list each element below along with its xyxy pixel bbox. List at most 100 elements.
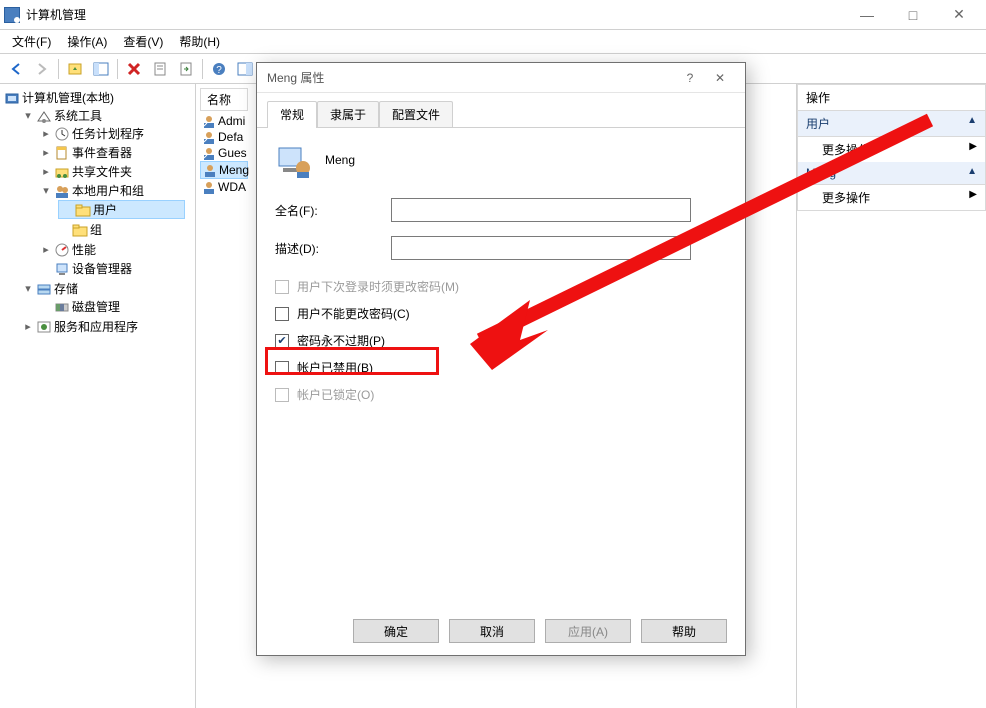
properties-button[interactable] (148, 57, 172, 81)
expander-icon[interactable]: ▾ (40, 184, 52, 197)
tab-general[interactable]: 常规 (267, 101, 317, 127)
help-button[interactable]: 帮助 (641, 619, 727, 643)
svg-text:?: ? (216, 65, 222, 76)
tree-services[interactable]: ▸服务和应用程序 (22, 318, 189, 335)
list-item[interactable]: WDA (200, 179, 248, 195)
window-title: 计算机管理 (26, 6, 844, 23)
expander-icon[interactable]: ▸ (40, 127, 52, 140)
tab-profile[interactable]: 配置文件 (379, 101, 453, 127)
tree-shared-folders[interactable]: ▸共享文件夹 (40, 163, 187, 180)
list-item-label: Defa (218, 130, 243, 144)
tree-performance[interactable]: ▸性能 (40, 241, 187, 258)
dialog-close-button[interactable]: ✕ (705, 71, 735, 85)
dialog-help-button[interactable]: ? (675, 71, 705, 85)
tree-local-users[interactable]: ▾ 本地用户和组 (40, 182, 187, 199)
list-header-name[interactable]: 名称 (200, 88, 248, 111)
ok-button[interactable]: 确定 (353, 619, 439, 643)
back-button[interactable] (4, 57, 28, 81)
expander-icon[interactable]: ▾ (22, 109, 34, 122)
actions-item-label: 更多操作 (822, 189, 870, 206)
tree-disk-management[interactable]: 磁盘管理 (40, 298, 187, 315)
export-button[interactable] (174, 57, 198, 81)
actions-pane: 操作 用户 ▲ 更多操作 ▶ Meng ▲ 更多操作 ▶ (796, 84, 986, 708)
delete-button[interactable] (122, 57, 146, 81)
tree-storage[interactable]: ▾ 存储 (22, 280, 189, 297)
tree-label: 事件查看器 (72, 144, 132, 161)
chk-disabled[interactable]: 帐户已禁用(B) (275, 359, 727, 376)
forward-button[interactable] (30, 57, 54, 81)
actions-group-meng[interactable]: Meng ▲ (798, 162, 985, 185)
tree-event-viewer[interactable]: ▸ 事件查看器 (40, 144, 187, 161)
username-label: Meng (325, 153, 355, 167)
actions-title: 操作 (798, 85, 985, 111)
expander-icon[interactable]: ▸ (22, 320, 34, 333)
actions-more-meng[interactable]: 更多操作 ▶ (798, 185, 985, 210)
list-item[interactable]: Admi (200, 113, 248, 129)
list-pane: 名称 Admi Defa Gues Meng WDA (196, 84, 252, 708)
description-label: 描述(D): (275, 240, 391, 257)
expander-icon[interactable]: ▾ (22, 282, 34, 295)
tree-label: 任务计划程序 (72, 125, 144, 142)
properties-dialog: Meng 属性 ? ✕ 常规 隶属于 配置文件 Meng 全名(F): 描述(D… (256, 62, 746, 656)
expander-icon[interactable]: ▸ (40, 165, 52, 178)
tree-label: 磁盘管理 (72, 298, 120, 315)
dialog-title: Meng 属性 (267, 69, 324, 86)
menu-view[interactable]: 查看(V) (115, 30, 171, 54)
user-icon (275, 142, 311, 178)
refresh-button[interactable] (233, 57, 257, 81)
tree-device-manager[interactable]: 设备管理器 (40, 260, 187, 277)
tree-root[interactable]: 计算机管理(本地) (4, 89, 191, 106)
chk-locked: 帐户已锁定(O) (275, 386, 727, 403)
list-item-label: Meng (219, 163, 249, 177)
maximize-button[interactable]: □ (890, 0, 936, 30)
actions-item-label: 更多操作 (822, 141, 870, 158)
tree-users[interactable]: 用户 (58, 200, 185, 219)
tab-member[interactable]: 隶属于 (317, 101, 379, 127)
actions-group-users[interactable]: 用户 ▲ (798, 111, 985, 137)
title-bar: 计算机管理 — □ ✕ (0, 0, 986, 30)
menu-file[interactable]: 文件(F) (4, 30, 59, 54)
tree-root-label: 计算机管理(本地) (22, 89, 114, 106)
apply-button[interactable]: 应用(A) (545, 619, 631, 643)
checkbox-icon[interactable] (275, 334, 289, 348)
checkbox-icon[interactable] (275, 307, 289, 321)
expander-icon[interactable]: ▸ (40, 146, 52, 159)
menu-action[interactable]: 操作(A) (59, 30, 115, 54)
close-button[interactable]: ✕ (936, 0, 982, 30)
app-icon (4, 7, 20, 23)
checkbox-icon (275, 388, 289, 402)
chk-label: 帐户已锁定(O) (297, 386, 374, 403)
up-button[interactable] (63, 57, 87, 81)
chk-never-expire[interactable]: 密码永不过期(P) (275, 332, 727, 349)
list-item[interactable]: Gues (200, 145, 248, 161)
expander-icon[interactable]: ▸ (40, 243, 52, 256)
actions-more-users[interactable]: 更多操作 ▶ (798, 137, 985, 162)
list-item[interactable]: Meng (200, 161, 248, 179)
chk-label: 用户下次登录时须更改密码(M) (297, 278, 459, 295)
list-item-label: Admi (218, 114, 245, 128)
menu-help[interactable]: 帮助(H) (171, 30, 228, 54)
tree-groups[interactable]: 组 (58, 221, 185, 238)
fullname-input[interactable] (391, 198, 691, 222)
menu-bar: 文件(F) 操作(A) 查看(V) 帮助(H) (0, 30, 986, 54)
list-item[interactable]: Defa (200, 129, 248, 145)
tree-label: 存储 (54, 280, 78, 297)
list-item-label: Gues (218, 146, 247, 160)
tree-pane: 计算机管理(本地) ▾ 系统工具 ▸ 任务计划程序 ▸ 事件查看器 ▸共享文件夹 (0, 84, 196, 708)
minimize-button[interactable]: — (844, 0, 890, 30)
checkbox-icon (275, 280, 289, 294)
help-button[interactable]: ? (207, 57, 231, 81)
dialog-titlebar: Meng 属性 ? ✕ (257, 63, 745, 93)
checkbox-icon[interactable] (275, 361, 289, 375)
show-hide-button[interactable] (89, 57, 113, 81)
tree-label: 设备管理器 (72, 260, 132, 277)
cancel-button[interactable]: 取消 (449, 619, 535, 643)
chk-cannot-change[interactable]: 用户不能更改密码(C) (275, 305, 727, 322)
tree-task-scheduler[interactable]: ▸ 任务计划程序 (40, 125, 187, 142)
chk-label: 密码永不过期(P) (297, 332, 385, 349)
tree-label: 本地用户和组 (72, 182, 144, 199)
tree-label: 用户 (93, 201, 117, 218)
tree-sys-tools[interactable]: ▾ 系统工具 (22, 107, 189, 124)
description-input[interactable] (391, 236, 691, 260)
actions-group-label: 用户 (806, 115, 830, 132)
